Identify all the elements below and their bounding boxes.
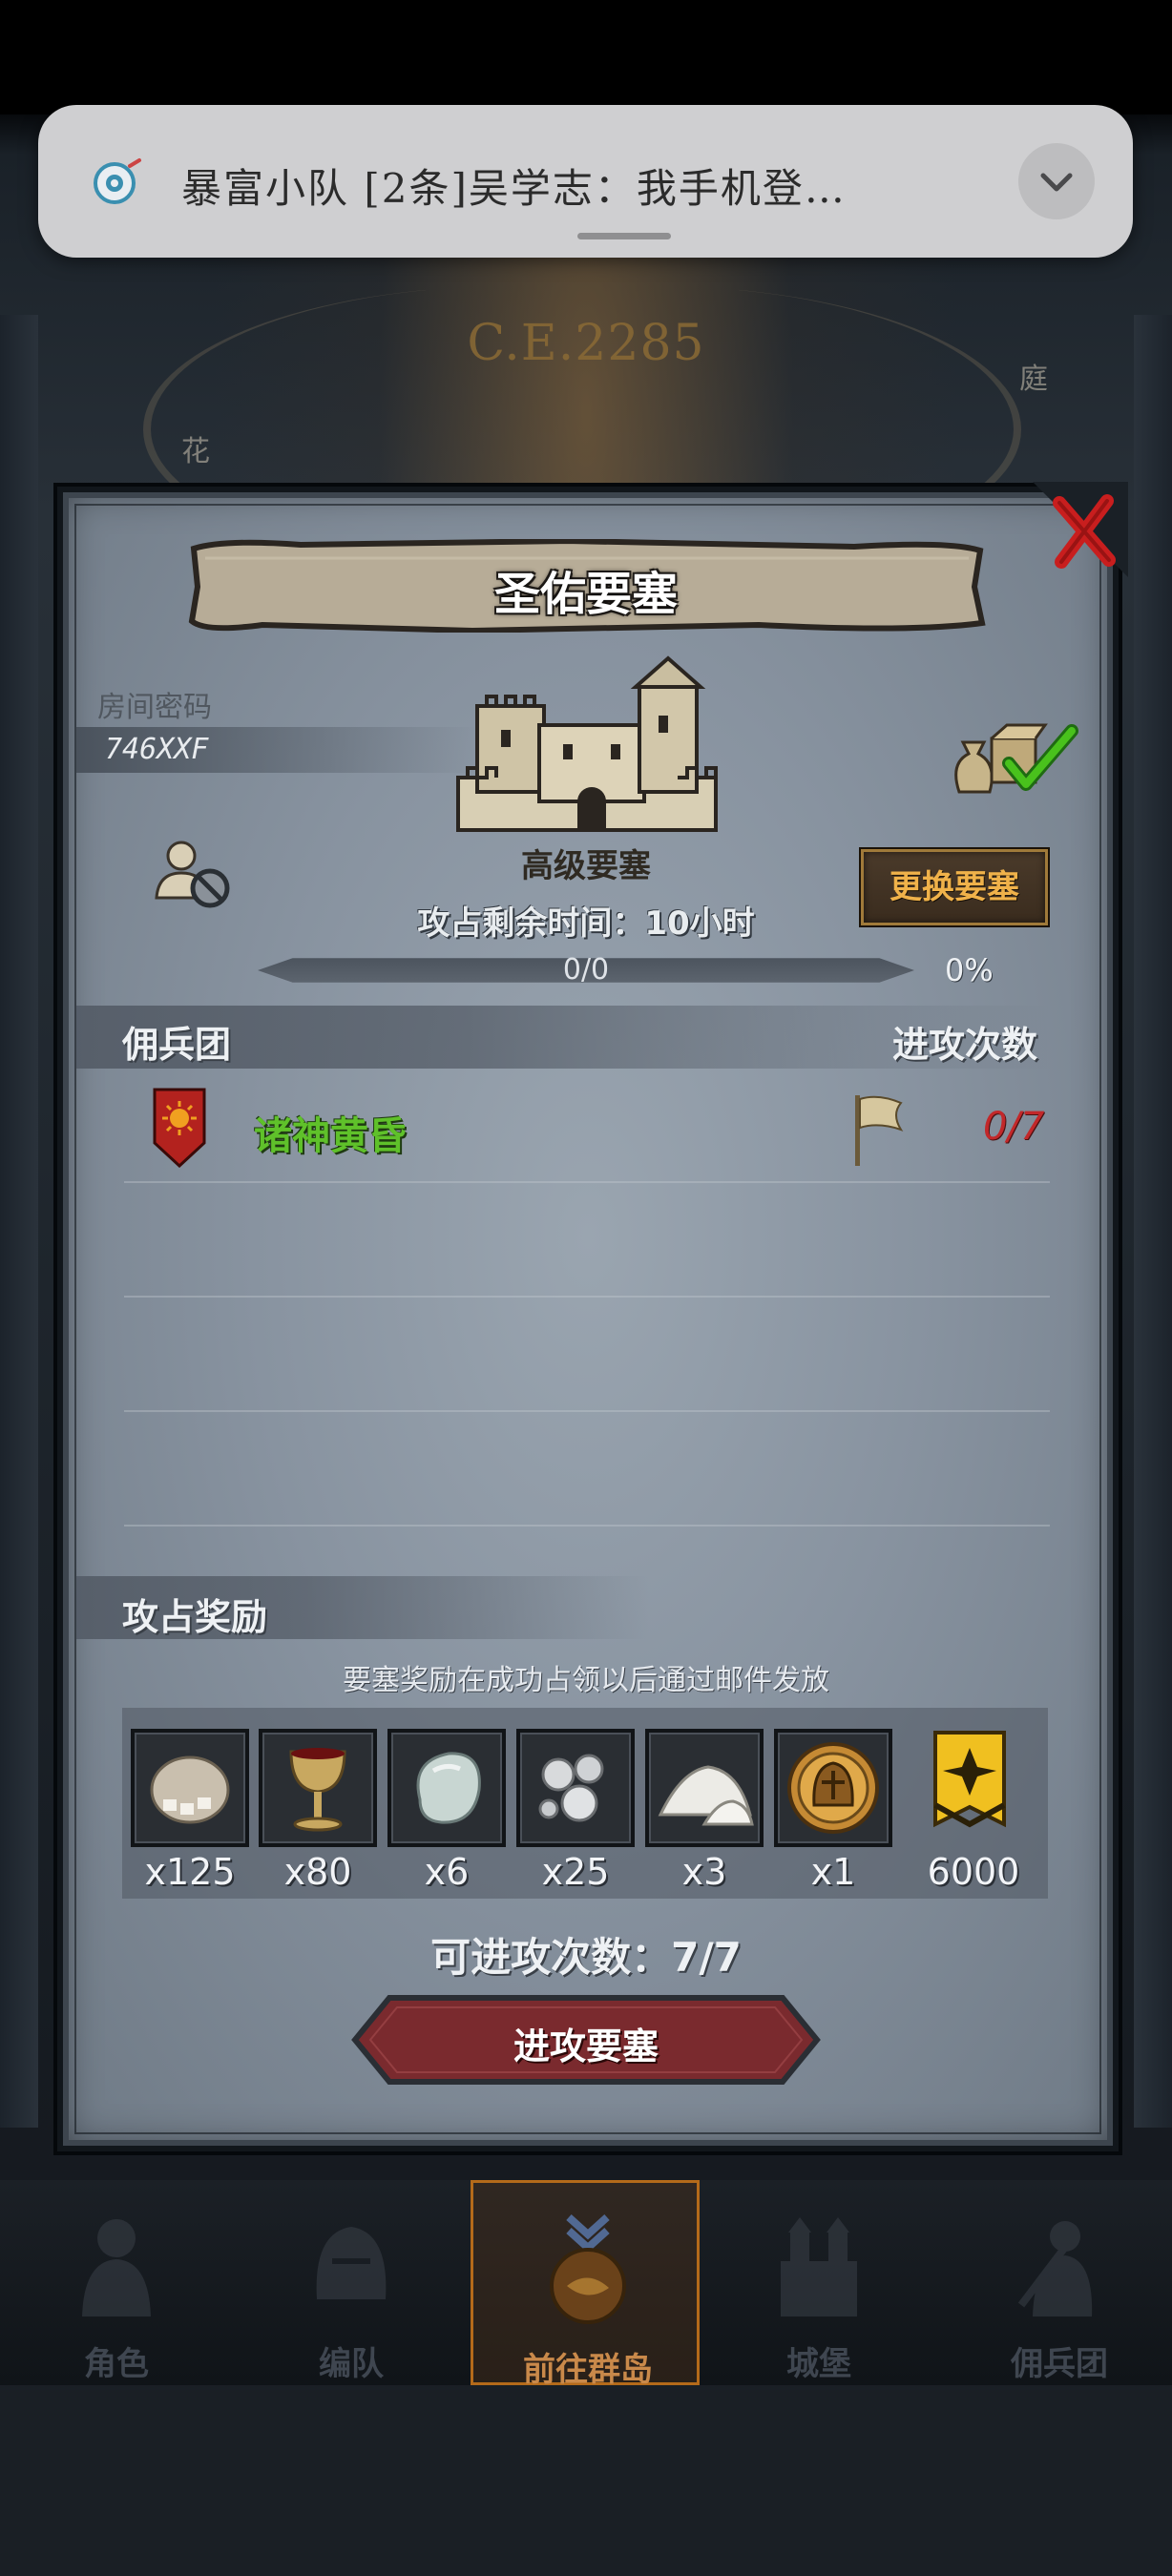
reward-item[interactable]: x125 bbox=[131, 1729, 249, 1893]
mercenary-row-empty bbox=[124, 1185, 1050, 1298]
goblet-icon bbox=[289, 1748, 346, 1832]
reward-qty: x25 bbox=[541, 1851, 610, 1893]
reward-header: 攻占奖励 bbox=[122, 1596, 268, 1638]
gold-banner-icon bbox=[933, 1731, 1006, 1828]
mercenary-row-empty bbox=[124, 1299, 1050, 1412]
nav-label: 编队 bbox=[319, 2345, 384, 2383]
knight-helmet-coin-icon bbox=[787, 1742, 879, 1834]
close-icon bbox=[1033, 482, 1128, 577]
reward-item[interactable]: 6000 bbox=[914, 1729, 1033, 1893]
reward-qty: x80 bbox=[283, 1851, 352, 1893]
knight-icon bbox=[82, 2219, 151, 2316]
attacks-available-text: 可进攻次数：7/7 bbox=[430, 1934, 742, 1981]
mercenary-header: 佣兵团 bbox=[122, 1024, 232, 1066]
notification-text: 暴富小队 [2条]吴学志：我手机登… bbox=[181, 165, 847, 212]
nav-label: 角色 bbox=[84, 2345, 149, 2383]
background-left-label: 花 bbox=[181, 435, 210, 468]
reward-item[interactable]: x1 bbox=[774, 1729, 892, 1893]
reward-qty: x1 bbox=[810, 1851, 856, 1893]
room-code-label: 房间密码 bbox=[97, 691, 212, 724]
attack-button-label: 进攻要塞 bbox=[513, 2025, 659, 2067]
nav-tab-castle[interactable]: 城堡 bbox=[714, 2194, 924, 2385]
reward-qty: x3 bbox=[681, 1851, 727, 1893]
close-button[interactable] bbox=[1033, 482, 1128, 577]
nav-label: 前往群岛 bbox=[523, 2351, 653, 2389]
gem-stone-icon bbox=[416, 1752, 481, 1824]
mercenary-icon bbox=[1017, 2221, 1093, 2316]
nav-label: 佣兵团 bbox=[1011, 2345, 1108, 2383]
reward-item[interactable]: x3 bbox=[645, 1729, 764, 1893]
castle-icon bbox=[781, 2217, 857, 2316]
nav-tab-mercenary[interactable]: 佣兵团 bbox=[954, 2194, 1164, 2385]
mercenary-row[interactable]: 诸神黄昏 0/7 bbox=[124, 1070, 1050, 1183]
progress-percent: 0% bbox=[945, 952, 994, 988]
notification-drag-handle[interactable] bbox=[577, 233, 671, 239]
nav-tab-role[interactable]: 角色 bbox=[11, 2194, 221, 2385]
time-remaining-text: 攻占剩余时间：10小时 bbox=[417, 904, 755, 943]
nav-tab-formation[interactable]: 编队 bbox=[246, 2194, 456, 2385]
app-icon bbox=[94, 158, 141, 204]
reward-item[interactable]: x6 bbox=[387, 1729, 506, 1893]
title-plate: 圣佑要塞 bbox=[186, 539, 986, 633]
fortress-icon bbox=[456, 655, 718, 832]
attack-fortress-button[interactable]: 进攻要塞 bbox=[351, 1994, 821, 2086]
bottom-area bbox=[0, 2385, 1172, 2576]
room-code-value[interactable]: 746XXF bbox=[105, 733, 208, 766]
notification-banner[interactable]: 暴富小队 [2条]吴学志：我手机登… bbox=[38, 105, 1133, 258]
era-label: C.E.2285 bbox=[467, 315, 705, 372]
reward-item[interactable]: x80 bbox=[259, 1729, 377, 1893]
mercenary-row-empty bbox=[124, 1414, 1050, 1527]
loot-bag-check-icon[interactable] bbox=[950, 716, 1083, 801]
background-right-label: 庭 bbox=[1019, 363, 1048, 396]
nav-tab-islands[interactable]: 前往群岛 bbox=[471, 2180, 700, 2389]
capture-progress-bar: 0/0 bbox=[237, 955, 935, 986]
island-compass-icon bbox=[550, 2214, 626, 2324]
dialog-title: 圣佑要塞 bbox=[493, 568, 678, 621]
progress-text: 0/0 bbox=[562, 953, 610, 987]
flag-icon bbox=[855, 1095, 904, 1166]
silver-pearls-icon bbox=[538, 1754, 604, 1822]
background-left-edge bbox=[0, 315, 38, 2128]
ore-sack-icon bbox=[150, 1755, 230, 1824]
mercenary-attack-count: 0/7 bbox=[983, 1105, 1045, 1149]
chevron-down-icon bbox=[1040, 173, 1073, 192]
notification-expand-button[interactable] bbox=[1018, 143, 1095, 219]
guild-banner-icon bbox=[153, 1088, 206, 1168]
reward-note: 要塞奖励在成功占领以后通过邮件发放 bbox=[343, 1664, 829, 1697]
reward-item[interactable]: x25 bbox=[516, 1729, 635, 1893]
white-powder-icon bbox=[658, 1765, 754, 1826]
background-right-edge bbox=[1134, 315, 1172, 2128]
reward-qty: x6 bbox=[424, 1851, 470, 1893]
mercenary-name: 诸神黄昏 bbox=[254, 1114, 407, 1158]
attack-count-header: 进攻次数 bbox=[892, 1024, 1038, 1066]
reward-qty: 6000 bbox=[927, 1851, 1020, 1893]
helmet-icon bbox=[316, 2227, 387, 2299]
status-bar bbox=[0, 0, 1172, 114]
nav-label: 城堡 bbox=[786, 2345, 851, 2383]
reward-qty: x125 bbox=[144, 1851, 236, 1893]
